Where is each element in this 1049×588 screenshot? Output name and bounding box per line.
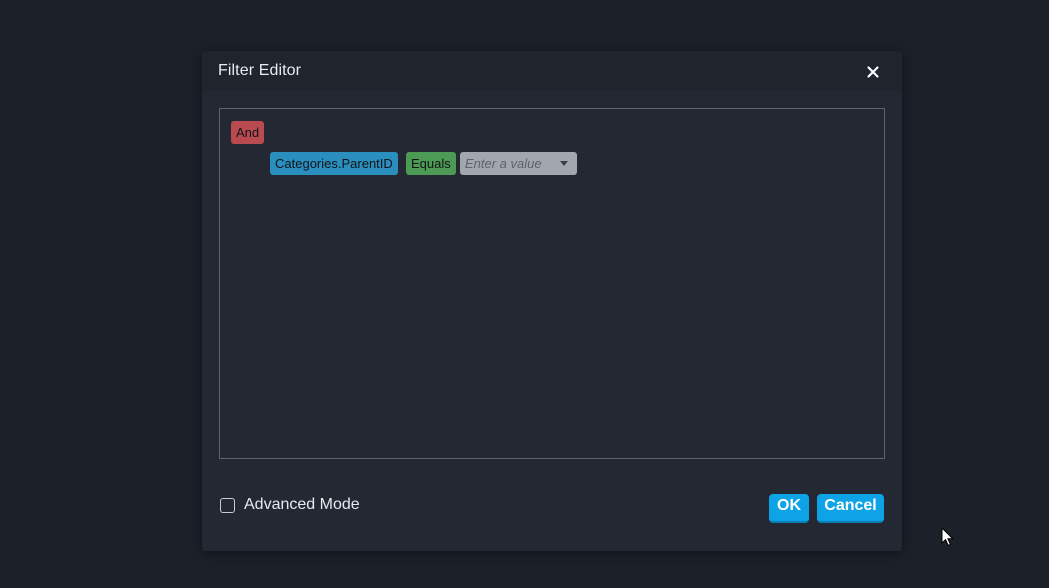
ok-button[interactable]: OK — [769, 494, 809, 523]
cancel-button[interactable]: Cancel — [817, 494, 884, 523]
advanced-mode-checkbox[interactable] — [220, 498, 235, 513]
advanced-mode-label: Advanced Mode — [244, 496, 360, 513]
filter-tree-area: And Categories.ParentID Equals Enter a v… — [219, 108, 885, 459]
dialog-header: Filter Editor — [202, 51, 902, 91]
caret-down-icon[interactable] — [560, 161, 568, 166]
group-operator-chip[interactable]: And — [231, 121, 265, 144]
condition-field-chip[interactable]: Categories.ParentID — [270, 152, 398, 175]
dialog-title: Filter Editor — [218, 62, 302, 79]
mouse-pointer-icon — [941, 527, 955, 547]
condition-value-input[interactable]: Enter a value — [460, 152, 577, 175]
filter-editor-dialog: Filter Editor And Categories.ParentID Eq… — [202, 51, 902, 551]
value-placeholder: Enter a value — [465, 156, 542, 171]
close-icon — [867, 66, 879, 78]
close-button[interactable] — [862, 61, 884, 83]
condition-operator-chip[interactable]: Equals — [406, 152, 456, 175]
